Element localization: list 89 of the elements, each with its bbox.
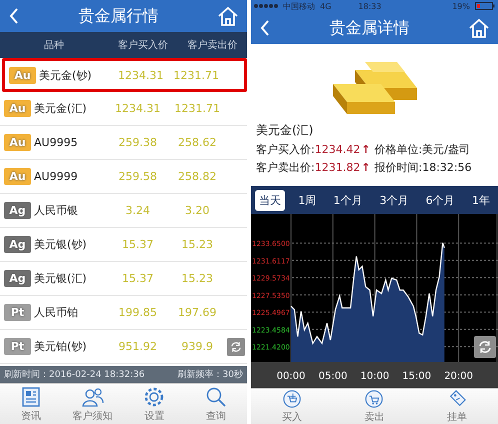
- metal-badge: Au: [4, 100, 31, 117]
- buy-price: 259.58: [118, 170, 158, 183]
- quote-time: 报价时间:18:32:56: [374, 160, 473, 175]
- trend-arrow: ↑: [361, 143, 370, 156]
- sell-price: 1231.71: [172, 68, 220, 82]
- product-name: 人民币银: [34, 203, 79, 218]
- back-icon[interactable]: [259, 19, 271, 37]
- home-icon[interactable]: [217, 6, 239, 26]
- period-tab[interactable]: 3个月: [376, 190, 413, 210]
- newspaper-icon: [20, 386, 42, 408]
- screen-title: 贵金属详情: [330, 18, 410, 38]
- tab-bar-item[interactable]: 查询: [185, 384, 247, 424]
- x-axis-label: 00:00: [276, 371, 306, 382]
- metal-badge: Au: [4, 168, 31, 185]
- buy-price: 951.92: [118, 340, 158, 353]
- trend-arrow: ↑: [361, 161, 370, 174]
- period-tab[interactable]: 1年: [468, 190, 494, 210]
- battery-icon: [475, 2, 495, 10]
- period-tab[interactable]: 1周: [294, 190, 320, 210]
- tab-bar-item[interactable]: 设置: [124, 384, 186, 424]
- metal-badge: Ag: [4, 270, 31, 287]
- product-name: 美元银(汇): [34, 271, 88, 286]
- screen-title: 贵金属行情: [78, 6, 158, 26]
- period-tab[interactable]: 1个月: [329, 190, 366, 210]
- product-name: 美元金(钞): [39, 68, 93, 82]
- x-axis-label: 05:00: [318, 371, 348, 382]
- metal-badge: Pt: [4, 338, 31, 355]
- column-header: 客户买入价: [116, 38, 169, 52]
- refresh-icon[interactable]: [227, 338, 245, 356]
- people-icon: [82, 386, 104, 408]
- tab-bar-item[interactable]: 资讯: [0, 384, 62, 424]
- network-type: 4G: [320, 2, 332, 10]
- sell-price: 1231.71: [174, 102, 221, 115]
- product-name: 人民币铂: [34, 305, 79, 320]
- column-header: 品种: [43, 38, 65, 52]
- home-icon[interactable]: [468, 18, 490, 38]
- search-icon: [205, 386, 228, 408]
- product-name: 美元金(汇): [34, 101, 88, 116]
- tab-bar-item[interactable]: 客户须知: [62, 384, 124, 424]
- buy-price: 1234.31: [117, 68, 164, 82]
- refresh-time: 刷新时间：2016-02-24 18:32:36: [4, 368, 145, 381]
- sell-price: 3.20: [184, 204, 210, 217]
- buy-price: 3.24: [124, 204, 151, 217]
- product-name: 美元金(汇): [256, 122, 314, 139]
- buy-price: 259.38: [118, 136, 158, 149]
- sell-price: 15.23: [180, 238, 214, 251]
- sell-price: 15.23: [180, 272, 214, 285]
- price-unit: 价格单位:美元/盎司: [374, 142, 471, 157]
- metal-badge: Ag: [4, 202, 31, 219]
- product-name: AU9999: [34, 170, 79, 183]
- battery-percent: 19%: [452, 2, 470, 10]
- metal-badge: Au: [4, 134, 31, 151]
- settings-icon: [143, 386, 166, 408]
- buy-price: 199.85: [118, 306, 158, 319]
- x-axis-label: 15:00: [402, 371, 432, 382]
- column-header: 客户卖出价: [186, 38, 238, 52]
- sell-price: 197.69: [177, 306, 218, 319]
- refresh-icon[interactable]: [474, 336, 496, 358]
- buy-price: 15.37: [121, 272, 154, 285]
- product-name: 美元银(钞): [34, 237, 88, 252]
- sell-price-label: 客户卖出价:: [256, 160, 315, 175]
- carrier-name: 中国移动: [283, 0, 315, 12]
- period-tab[interactable]: 当天: [255, 190, 285, 210]
- cart-plus-icon: [281, 389, 304, 409]
- x-axis-label: 10:00: [360, 371, 390, 382]
- metal-badge: Au: [9, 66, 36, 84]
- highlighted-row[interactable]: Au 美元金(钞) 1234.31 1231.71: [2, 58, 247, 92]
- metal-badge: Ag: [4, 236, 31, 253]
- sell-price: 939.9: [180, 340, 214, 353]
- x-axis-label: 20:00: [444, 371, 474, 382]
- cart-icon: [363, 389, 386, 409]
- metal-badge: Pt: [4, 304, 31, 321]
- buy-price-value: 1234.42: [314, 143, 360, 156]
- period-tab[interactable]: 6个月: [422, 190, 459, 210]
- tab-bar-item[interactable]: 买入: [251, 389, 334, 424]
- product-name: AU9995: [34, 136, 79, 149]
- product-name: 美元铂(钞): [34, 339, 88, 354]
- refresh-rate: 刷新频率：30秒: [178, 368, 243, 381]
- buy-price-label: 客户买入价:: [256, 142, 315, 157]
- tab-bar-item[interactable]: 卖出: [333, 389, 416, 424]
- clock-time: 18:33: [358, 2, 382, 10]
- sell-price-value: 1231.82: [314, 161, 360, 174]
- buy-price: 1234.31: [114, 102, 162, 115]
- back-icon[interactable]: [8, 7, 20, 25]
- sell-price: 258.82: [177, 170, 218, 183]
- sell-price: 258.62: [177, 136, 218, 149]
- tab-bar-item[interactable]: 挂单: [416, 389, 498, 424]
- buy-price: 15.37: [121, 238, 154, 251]
- signal-icon: [254, 3, 278, 9]
